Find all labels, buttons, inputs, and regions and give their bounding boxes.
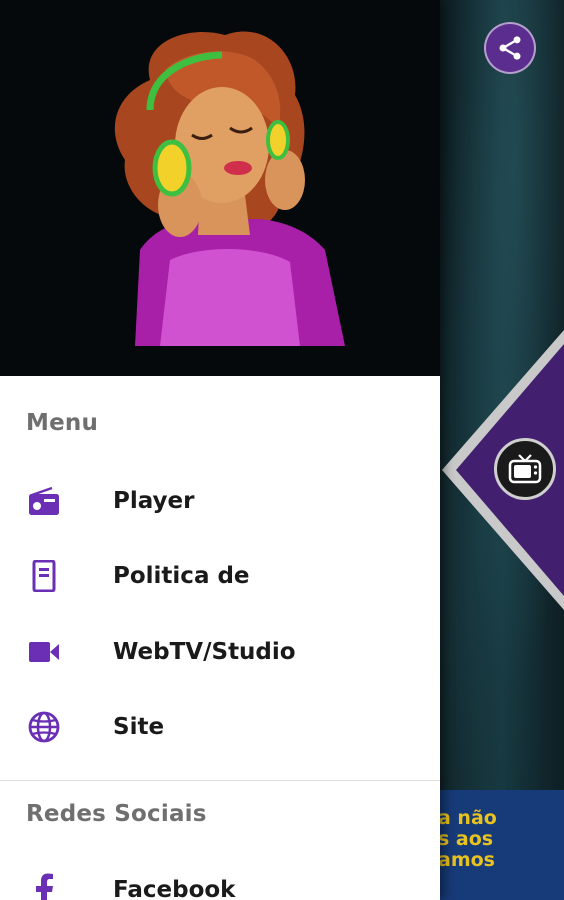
- promo-banner: a não s aos amos: [440, 790, 564, 900]
- tv-icon: [508, 454, 542, 484]
- share-icon: [499, 36, 521, 60]
- header-illustration: [114, 31, 345, 346]
- menu-item-label: WebTV/Studio: [113, 639, 296, 665]
- banner-text: a não s aos amos: [440, 807, 497, 871]
- menu-item-label: Player: [113, 488, 195, 514]
- menu-item-player[interactable]: Player: [0, 464, 440, 538]
- menu-item-label: Politica de: [113, 563, 250, 589]
- menu-item-facebook[interactable]: Facebook: [0, 853, 440, 900]
- webtv-button[interactable]: [494, 438, 556, 500]
- menu-item-label: Facebook: [113, 877, 236, 900]
- facebook-icon: [28, 873, 60, 900]
- document-icon: [28, 560, 60, 592]
- menu-section-title: Menu: [26, 410, 99, 436]
- section-divider: [0, 780, 440, 781]
- menu-item-webtv-studio[interactable]: WebTV/Studio: [0, 615, 440, 689]
- social-section-title: Redes Sociais: [26, 801, 207, 827]
- globe-icon: [28, 711, 60, 743]
- drawer-header: [0, 0, 440, 376]
- menu-item-politica[interactable]: Politica de: [0, 539, 440, 613]
- menu-item-site[interactable]: Site: [0, 690, 440, 764]
- videocam-icon: [28, 636, 60, 668]
- navigation-drawer: Menu Player Politica de WebTV/Studio Sit…: [0, 0, 440, 900]
- share-button[interactable]: [484, 22, 536, 74]
- menu-item-label: Site: [113, 714, 165, 740]
- radio-icon: [28, 485, 60, 517]
